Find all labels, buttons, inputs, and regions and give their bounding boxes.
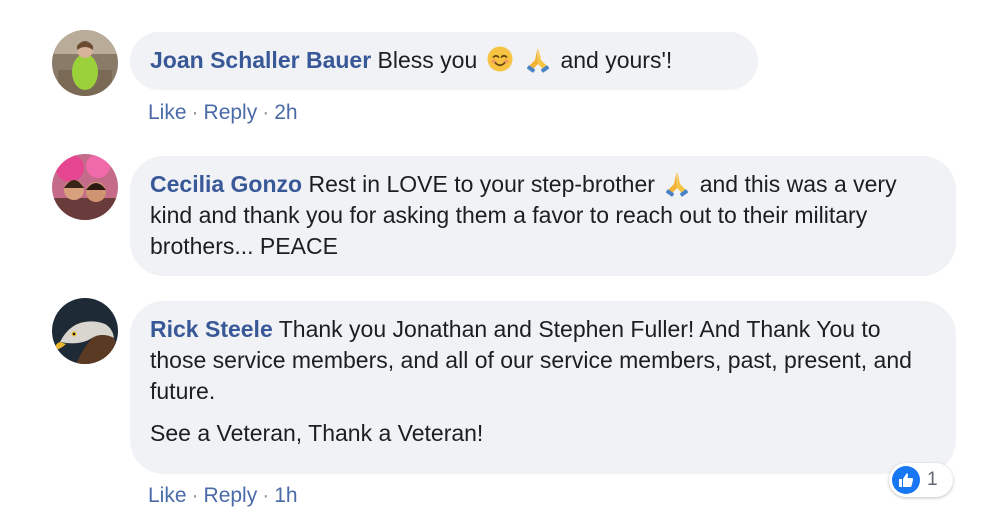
comment-bubble: Cecilia Gonzo Rest in LOVE to your step-… (130, 156, 956, 276)
timestamp-link[interactable]: 1h (274, 484, 297, 507)
like-icon (892, 466, 920, 494)
avatar[interactable] (52, 154, 118, 220)
avatar-photo-icon (52, 298, 118, 364)
folded-hands-icon (663, 169, 691, 197)
timestamp-link[interactable]: 2h (274, 101, 297, 124)
reply-link[interactable]: Reply (204, 484, 258, 507)
separator: · (262, 101, 270, 124)
reply-link[interactable]: Reply (204, 101, 258, 124)
comment-author[interactable]: Joan Schaller Bauer (150, 47, 371, 73)
comment-text-paragraph: See a Veteran, Thank a Veteran! (150, 420, 484, 446)
comment-text: and yours'! (560, 47, 673, 73)
like-link[interactable]: Like (148, 484, 187, 507)
like-link[interactable]: Like (148, 101, 187, 124)
avatar-photo-icon (52, 154, 118, 220)
avatar[interactable] (52, 298, 118, 364)
comment-actions: Like · Reply · 2h (148, 101, 298, 125)
comment-text: Rest in LOVE to your step-brother (308, 171, 655, 197)
avatar[interactable] (52, 30, 118, 96)
folded-hands-icon (524, 45, 552, 73)
avatar-photo-icon (52, 30, 118, 96)
reaction-count: 1 (927, 469, 938, 490)
reaction-summary[interactable]: 1 (889, 463, 953, 497)
separator: · (191, 101, 199, 124)
comment-author[interactable]: Cecilia Gonzo (150, 171, 302, 197)
comment-text: Bless you (377, 47, 478, 73)
separator: · (262, 484, 270, 507)
comment-actions: Like · Reply · 1h (148, 484, 298, 508)
smiling-face-icon (486, 45, 514, 73)
comment-bubble: Joan Schaller Bauer Bless you and yours'… (130, 32, 758, 90)
comment-author[interactable]: Rick Steele (150, 316, 273, 342)
comment-bubble: Rick Steele Thank you Jonathan and Steph… (130, 301, 956, 474)
separator: · (191, 484, 199, 507)
